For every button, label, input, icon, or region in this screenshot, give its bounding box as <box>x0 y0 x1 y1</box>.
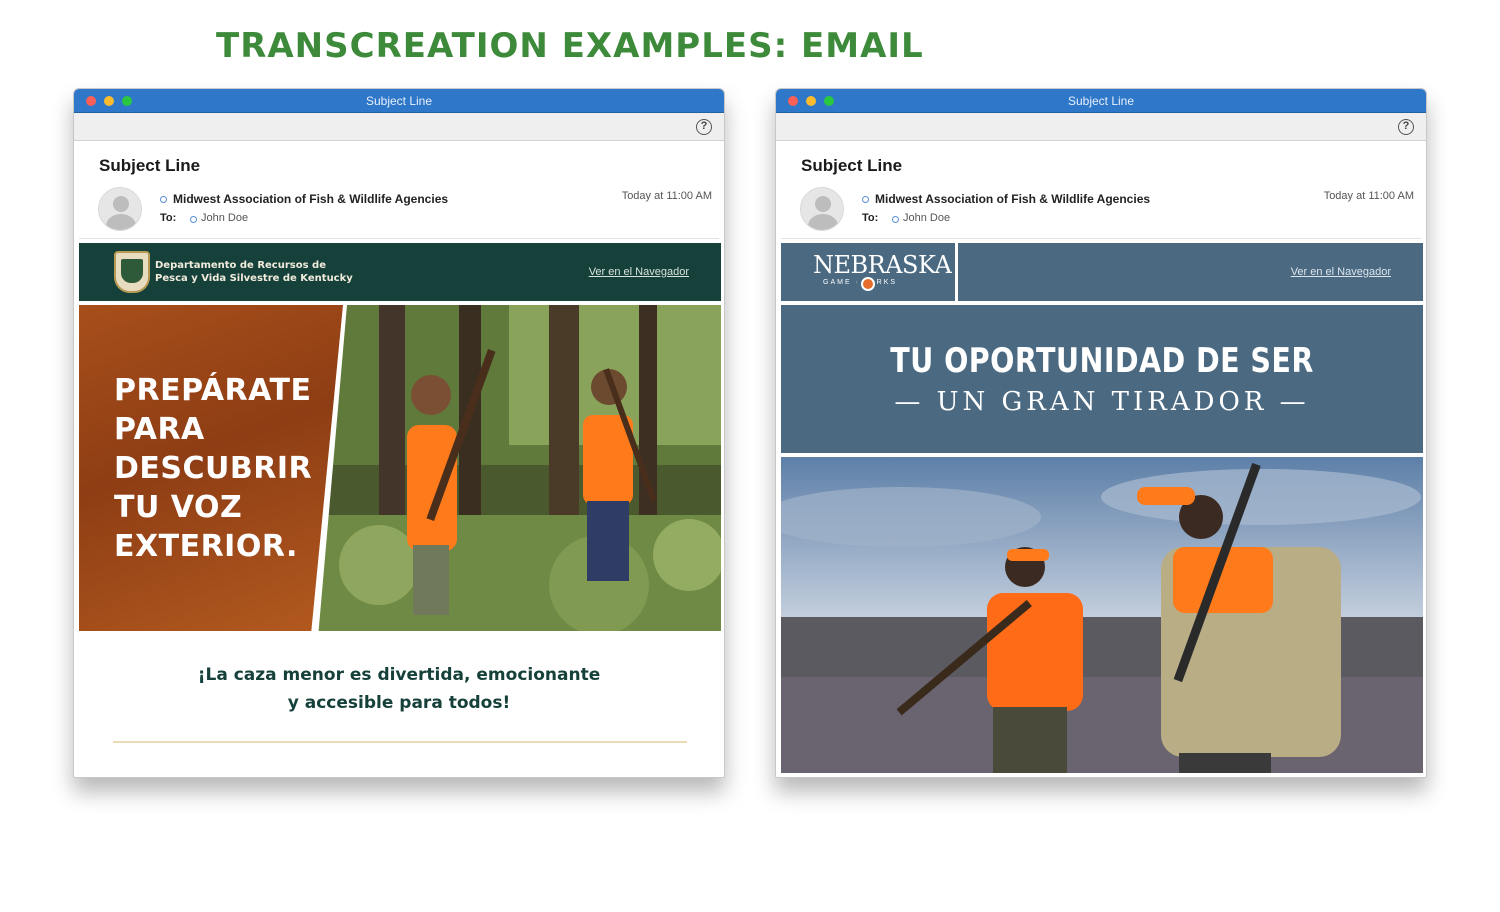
page-heading: TRANSCREATION EXAMPLES: EMAIL <box>216 26 924 66</box>
sender-status-icon <box>862 196 869 203</box>
recipient-status-icon <box>190 216 197 223</box>
window-title: Subject Line <box>1067 94 1135 108</box>
logo-divider <box>955 243 958 301</box>
email-window-kentucky: Subject Line ? Subject Line Midwest Asso… <box>73 88 725 778</box>
email-recipient[interactable]: John Doe <box>201 212 248 224</box>
email-timestamp: Today at 11:00 AM <box>621 190 712 202</box>
sender-status-icon <box>160 196 167 203</box>
title-line-1: TU OPORTUNIDAD DE SER <box>890 341 1314 381</box>
nebraska-logo: NEBRASKA GAME · PARKS <box>781 243 955 301</box>
avatar-icon <box>98 187 142 231</box>
mail-toolbar: ? <box>74 113 724 141</box>
email-recipient[interactable]: John Doe <box>903 212 950 224</box>
email-sender[interactable]: Midwest Association of Fish & Wildlife A… <box>173 192 448 206</box>
title-block: TU OPORTUNIDAD DE SER — UN GRAN TIRADOR … <box>781 305 1423 453</box>
content-divider <box>113 741 687 743</box>
kentucky-seal-logo <box>114 251 150 293</box>
email-brand-banner: NEBRASKA GAME · PARKS Ver en el Navegado… <box>781 243 1423 301</box>
email-tagline: ¡La caza menor es divertida, emocionante… <box>197 665 601 713</box>
logo-mark-icon <box>861 277 875 291</box>
help-icon[interactable]: ? <box>1398 119 1414 135</box>
header-divider <box>781 238 1421 239</box>
window-title: Subject Line <box>365 94 433 108</box>
email-subject: Subject Line <box>99 156 201 175</box>
mail-toolbar: ? <box>776 113 1426 141</box>
logo-wordmark: NEBRASKA <box>813 251 952 279</box>
window-titlebar[interactable]: Subject Line <box>776 89 1426 113</box>
brand-name-line-1: Departamento de Recursos de <box>155 260 326 271</box>
avatar-icon <box>800 187 844 231</box>
hero-headline: PREPÁRATE PARA DESCUBRIR TU VOZ EXTERIOR… <box>114 373 313 564</box>
hero-image: PREPÁRATE PARA DESCUBRIR TU VOZ EXTERIOR… <box>79 305 721 631</box>
brand-name-line-2: Pesca y Vida Silvestre de Kentucky <box>155 273 353 284</box>
to-label: To: <box>160 212 177 224</box>
logo-subtitle: GAME · PARKS <box>823 279 898 286</box>
view-in-browser-link[interactable]: Ver en el Navegador <box>589 266 689 278</box>
header-divider <box>79 238 719 239</box>
recipient-status-icon <box>892 216 899 223</box>
view-in-browser-link[interactable]: Ver en el Navegador <box>1291 266 1391 278</box>
email-brand-banner: Departamento de Recursos de Pesca y Vida… <box>79 243 721 301</box>
email-window-nebraska: Subject Line ? Subject Line Midwest Asso… <box>775 88 1427 778</box>
title-line-2: — UN GRAN TIRADOR — <box>894 387 1310 417</box>
help-icon[interactable]: ? <box>696 119 712 135</box>
window-titlebar[interactable]: Subject Line <box>74 89 724 113</box>
to-label: To: <box>862 212 879 224</box>
email-sender[interactable]: Midwest Association of Fish & Wildlife A… <box>875 192 1150 206</box>
email-subject: Subject Line <box>801 156 903 175</box>
email-timestamp: Today at 11:00 AM <box>1323 190 1414 202</box>
hunters-prairie-photo <box>781 457 1423 773</box>
